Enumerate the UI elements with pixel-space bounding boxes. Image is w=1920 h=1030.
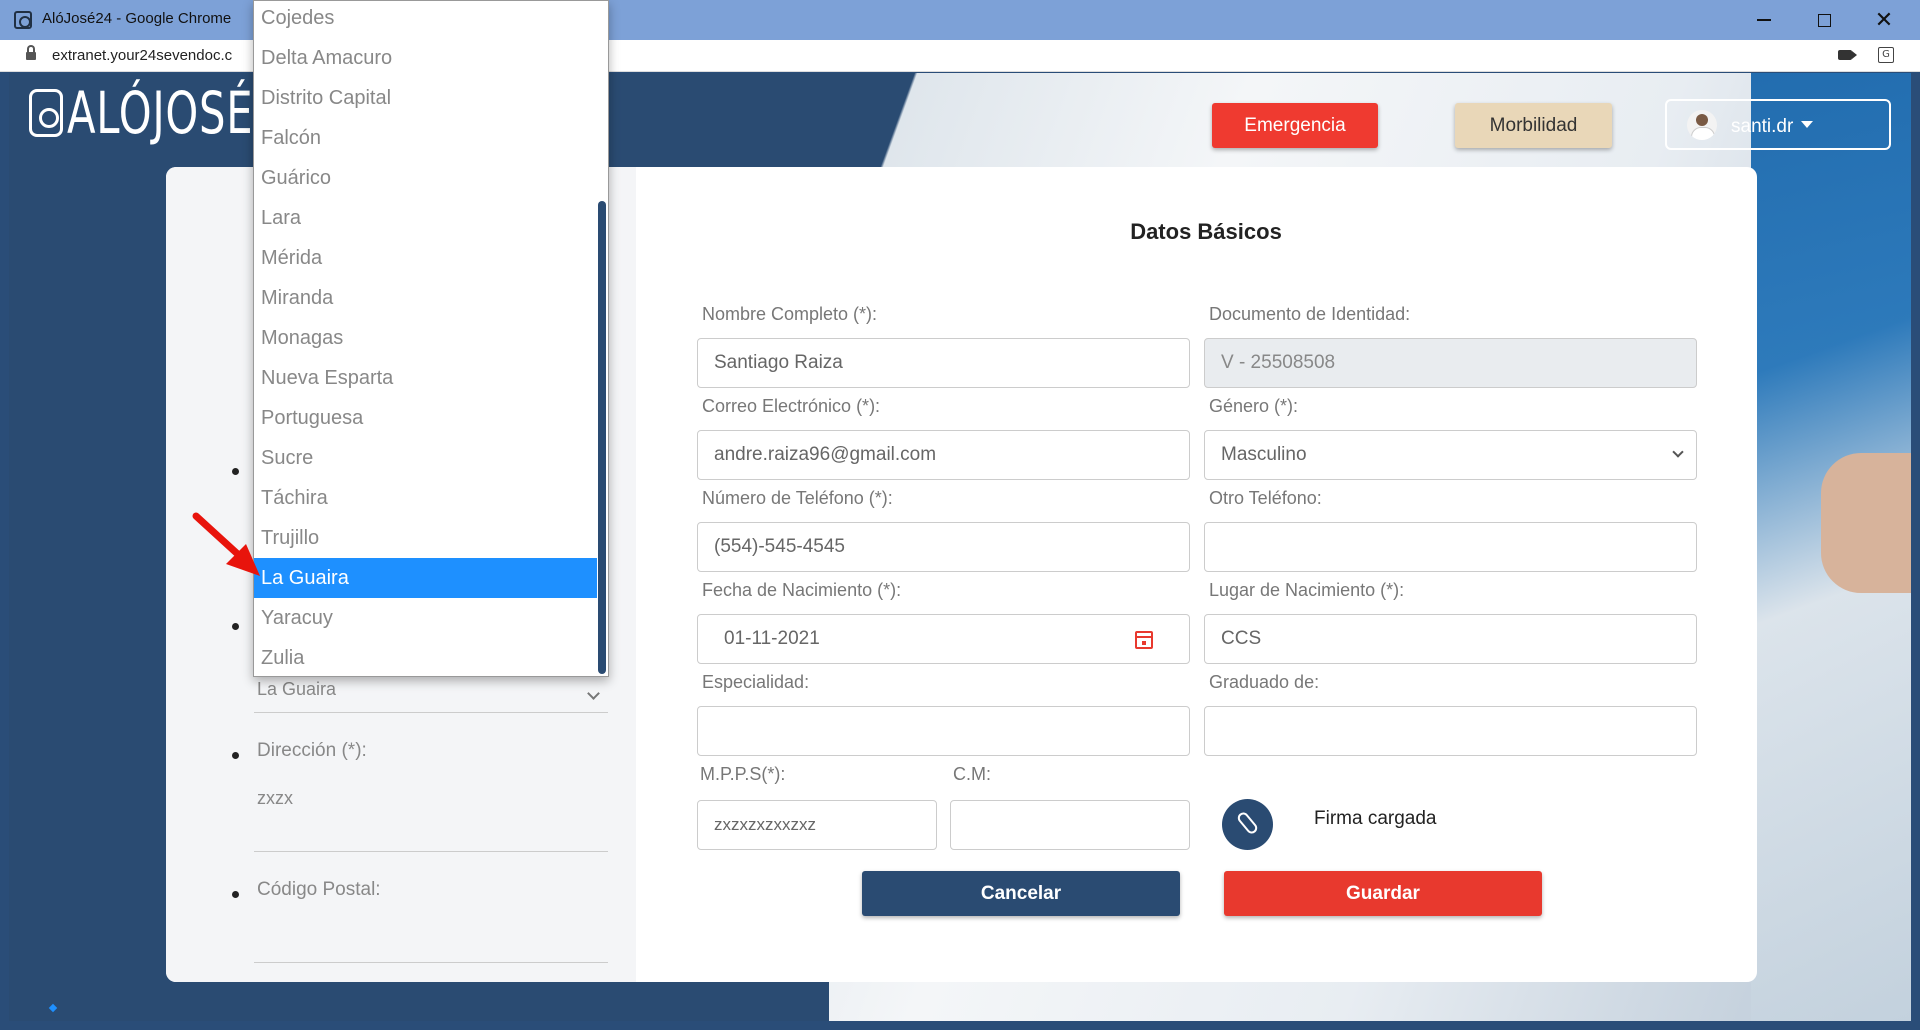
chevron-down-icon	[1672, 446, 1684, 458]
dropdown-option[interactable]: Zulia	[254, 638, 598, 676]
full-name-label: Nombre Completo (*):	[702, 304, 878, 324]
divider	[254, 851, 608, 852]
username: santi.dr	[1731, 115, 1794, 137]
site-favicon-icon	[14, 11, 32, 29]
mpps-label: M.P.P.S(*):	[700, 764, 786, 784]
scrollbar-thumb[interactable]	[598, 201, 606, 674]
email-label: Correo Electrónico (*):	[702, 396, 881, 416]
full-name-input[interactable]: Santiago Raiza	[697, 338, 1190, 388]
emergency-button[interactable]: Emergencia	[1212, 103, 1378, 148]
cm-input[interactable]	[950, 800, 1190, 850]
graduated-input[interactable]	[1204, 706, 1697, 756]
dropdown-scrollbar[interactable]	[597, 1, 608, 676]
logo-text: ALÓJOSÉ2	[67, 79, 281, 147]
caret-down-icon	[1801, 121, 1814, 128]
other-phone-input[interactable]	[1204, 522, 1697, 572]
dropdown-option[interactable]: Trujillo	[254, 518, 598, 558]
state-dropdown-list[interactable]: Cojedes Delta Amacuro Distrito Capital F…	[253, 0, 609, 677]
birth-place-input[interactable]: CCS	[1204, 614, 1697, 664]
list-bullet	[232, 752, 239, 759]
email-input[interactable]: andre.raiza96@gmail.com	[697, 430, 1190, 480]
dropdown-option[interactable]: Cojedes	[254, 1, 598, 38]
list-bullet	[232, 468, 239, 475]
birth-place-label: Lugar de Nacimiento (*):	[1209, 580, 1405, 600]
state-select-value[interactable]: La Guaira	[257, 679, 336, 700]
other-phone-label: Otro Teléfono:	[1209, 488, 1322, 508]
postal-code-label: Código Postal:	[257, 879, 381, 900]
stethoscope-icon	[29, 89, 63, 137]
dropdown-option[interactable]: Falcón	[254, 118, 598, 158]
gender-select-value: Masculino	[1221, 444, 1307, 465]
id-document-input: V - 25508508	[1204, 338, 1697, 388]
calendar-icon[interactable]	[1135, 631, 1153, 649]
morbidity-button[interactable]: Morbilidad	[1455, 103, 1612, 148]
list-bullet	[232, 891, 239, 898]
dropdown-option-selected[interactable]: La Guaira	[254, 558, 598, 598]
phone-input[interactable]: (554)-545-4545	[697, 522, 1190, 572]
dropdown-option[interactable]: Lara	[254, 198, 598, 238]
avatar	[1687, 109, 1717, 140]
gender-select[interactable]: Masculino	[1204, 430, 1697, 480]
birth-date-label: Fecha de Nacimiento (*):	[702, 580, 902, 600]
address-label: Dirección (*):	[257, 740, 367, 761]
list-bullet	[232, 623, 239, 630]
paperclip-icon	[1235, 810, 1260, 836]
birth-date-input[interactable]: 01-11-2021	[697, 614, 1190, 664]
specialty-input[interactable]	[697, 706, 1190, 756]
close-window-button[interactable]: ✕	[1856, 0, 1912, 40]
dropdown-option[interactable]: Monagas	[254, 318, 598, 358]
maximize-button[interactable]	[1796, 0, 1852, 40]
mpps-input[interactable]: zxzxzxzxxzxz	[697, 800, 937, 850]
postal-code-field[interactable]	[254, 962, 608, 963]
graduated-label: Graduado de:	[1209, 672, 1320, 692]
chevron-down-icon[interactable]	[587, 687, 600, 700]
camera-icon[interactable]	[1838, 50, 1857, 60]
lock-icon[interactable]	[26, 45, 36, 61]
birth-date-value: 01-11-2021	[724, 628, 820, 649]
dropdown-option[interactable]: Táchira	[254, 478, 598, 518]
dropdown-option[interactable]: Portuguesa	[254, 398, 598, 438]
upload-signature-button[interactable]	[1222, 799, 1273, 850]
dropdown-option[interactable]: Miranda	[254, 278, 598, 318]
scroll-indicator-dot	[48, 1003, 58, 1013]
dropdown-option[interactable]: Nueva Esparta	[254, 358, 598, 398]
window-title: AlóJosé24 - Google Chrome	[42, 10, 232, 27]
dropdown-option[interactable]: Guárico	[254, 158, 598, 198]
cancel-button[interactable]: Cancelar	[862, 871, 1180, 916]
minimize-button[interactable]	[1736, 0, 1792, 40]
red-arrow-annotation	[192, 512, 260, 576]
divider	[254, 712, 608, 713]
specialty-label: Especialidad:	[702, 672, 810, 692]
save-button[interactable]: Guardar	[1224, 871, 1542, 916]
form-title: Datos Básicos	[1130, 219, 1282, 244]
dropdown-option[interactable]: Sucre	[254, 438, 598, 478]
cm-label: C.M:	[953, 764, 991, 784]
signature-status: Firma cargada	[1314, 808, 1437, 829]
address-field[interactable]: zxzx	[257, 788, 293, 809]
dropdown-option[interactable]: Delta Amacuro	[254, 38, 598, 78]
phone-label: Número de Teléfono (*):	[702, 488, 893, 508]
url-text[interactable]: extranet.your24sevendoc.c	[52, 47, 232, 64]
gender-label: Género (*):	[1209, 396, 1299, 416]
dropdown-option[interactable]: Yaracuy	[254, 598, 598, 638]
user-menu[interactable]: santi.dr	[1665, 99, 1891, 150]
translate-icon[interactable]: G	[1878, 47, 1894, 63]
id-document-label: Documento de Identidad:	[1209, 304, 1411, 324]
dropdown-option[interactable]: Mérida	[254, 238, 598, 278]
dropdown-option[interactable]: Distrito Capital	[254, 78, 598, 118]
